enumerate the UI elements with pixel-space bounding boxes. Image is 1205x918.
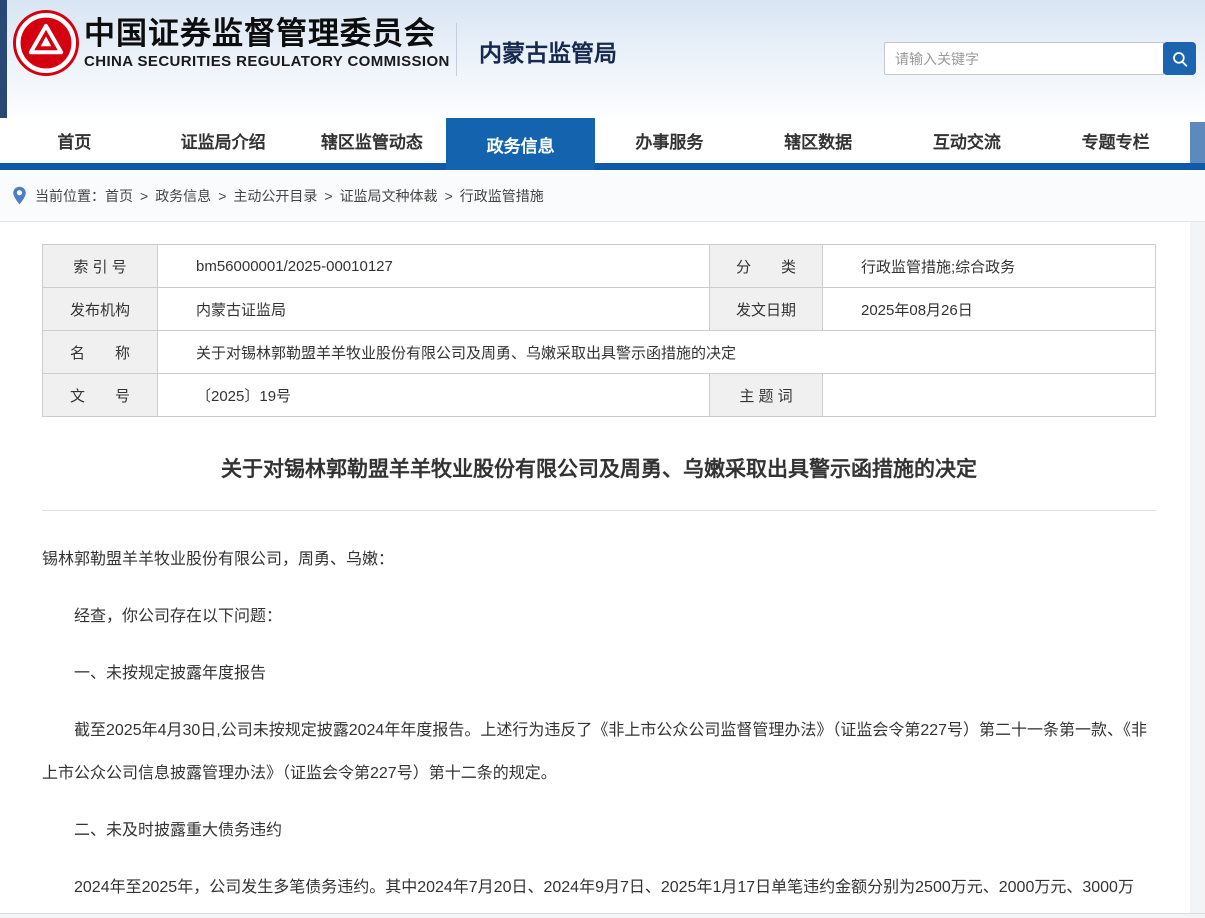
table-row: 文 号 〔2025〕19号 主 题 词 [43, 374, 1156, 417]
breadcrumb: 当前位置： 首页 > 政务信息 > 主动公开目录 > 证监局文种体裁 > 行政监… [0, 170, 1205, 222]
org-name-chinese: 中国证券监督管理委员会 [84, 16, 450, 52]
meta-label-document-number: 文 号 [43, 374, 158, 417]
meta-value-category: 行政监管措施;综合政务 [823, 245, 1156, 288]
table-row: 发布机构 内蒙古证监局 发文日期 2025年08月26日 [43, 288, 1156, 331]
nav-item-home[interactable]: 首页 [0, 118, 149, 163]
org-title-block: 中国证券监督管理委员会 CHINA SECURITIES REGULATORY … [84, 16, 450, 72]
search-input[interactable] [884, 42, 1164, 75]
search-button[interactable] [1163, 42, 1196, 75]
breadcrumb-separator: > [445, 188, 453, 204]
nav-overflow-sliver [1190, 122, 1205, 163]
main-content: 索 引 号 bm56000001/2025-00010127 分 类 行政监管措… [0, 222, 1190, 913]
header-divider [456, 23, 457, 76]
meta-label-subject-words: 主 题 词 [710, 374, 823, 417]
breadcrumb-separator: > [324, 188, 332, 204]
breadcrumb-link-government-info[interactable]: 政务信息 [155, 186, 211, 206]
left-edge-strip [0, 0, 7, 118]
search-box [884, 42, 1196, 75]
meta-value-document-number: 〔2025〕19号 [158, 374, 710, 417]
article-paragraph-issue-1-detail: 截至2025年4月30日,公司未按规定披露2024年年度报告。上述行为违反了《非… [42, 709, 1156, 795]
nav-item-services[interactable]: 办事服务 [595, 118, 744, 163]
bottom-edge-strip [0, 913, 1205, 918]
title-divider [42, 510, 1156, 511]
nav-item-bureau-intro[interactable]: 证监局介绍 [149, 118, 298, 163]
page-title: 关于对锡林郭勒盟羊羊牧业股份有限公司及周勇、乌嫩采取出具警示函措施的决定 [42, 453, 1156, 483]
meta-label-issuing-agency: 发布机构 [43, 288, 158, 331]
table-row: 索 引 号 bm56000001/2025-00010127 分 类 行政监管措… [43, 245, 1156, 288]
nav-item-government-info[interactable]: 政务信息 [446, 118, 595, 170]
breadcrumb-separator: > [140, 188, 148, 204]
nav-row: 首页 证监局介绍 辖区监管动态 政务信息 办事服务 辖区数据 互动交流 专题专栏 [0, 118, 1190, 163]
site-header: 中国证券监督管理委员会 CHINA SECURITIES REGULATORY … [0, 0, 1205, 118]
meta-value-issuing-agency: 内蒙古证监局 [158, 288, 710, 331]
nav-item-regional-supervision[interactable]: 辖区监管动态 [298, 118, 447, 163]
nav-item-regional-data[interactable]: 辖区数据 [744, 118, 893, 163]
main-nav: 首页 证监局介绍 辖区监管动态 政务信息 办事服务 辖区数据 互动交流 专题专栏 [0, 118, 1205, 170]
org-name-english: CHINA SECURITIES REGULATORY COMMISSION [84, 52, 450, 72]
nav-item-interaction[interactable]: 互动交流 [893, 118, 1042, 163]
nav-item-special-topics[interactable]: 专题专栏 [1041, 118, 1190, 163]
meta-label-issue-date: 发文日期 [710, 288, 823, 331]
breadcrumb-link-home[interactable]: 首页 [105, 186, 133, 206]
breadcrumb-link-open-directory[interactable]: 主动公开目录 [233, 186, 317, 206]
csrc-logo [13, 10, 79, 76]
meta-label-title: 名 称 [43, 331, 158, 374]
document-meta-table: 索 引 号 bm56000001/2025-00010127 分 类 行政监管措… [42, 244, 1156, 417]
breadcrumb-prefix: 当前位置： [35, 186, 105, 206]
breadcrumb-link-document-types[interactable]: 证监局文种体裁 [340, 186, 438, 206]
meta-label-category: 分 类 [710, 245, 823, 288]
bureau-name: 内蒙古监管局 [479, 34, 617, 68]
meta-value-issue-date: 2025年08月26日 [823, 288, 1156, 331]
meta-value-index-number: bm56000001/2025-00010127 [158, 245, 710, 288]
meta-value-subject-words [823, 374, 1156, 417]
table-row: 名 称 关于对锡林郭勒盟羊羊牧业股份有限公司及周勇、乌嫩采取出具警示函措施的决定 [43, 331, 1156, 374]
article-paragraph-salutation: 锡林郭勒盟羊羊牧业股份有限公司，周勇、乌嫩： [42, 538, 1156, 581]
search-icon [1171, 50, 1189, 68]
article-paragraph-issue-2-detail: 2024年至2025年，公司发生多笔债务违约。其中2024年7月20日、2024… [42, 866, 1156, 909]
location-pin-icon [12, 186, 27, 205]
article-paragraph-issue-2-heading: 二、未及时披露重大债务违约 [42, 809, 1156, 852]
article-body: 锡林郭勒盟羊羊牧业股份有限公司，周勇、乌嫩： 经查，你公司存在以下问题： 一、未… [42, 538, 1156, 909]
meta-label-index-number: 索 引 号 [43, 245, 158, 288]
breadcrumb-separator: > [218, 188, 226, 204]
meta-value-title: 关于对锡林郭勒盟羊羊牧业股份有限公司及周勇、乌嫩采取出具警示函措施的决定 [158, 331, 1156, 374]
breadcrumb-link-regulatory-measures[interactable]: 行政监管措施 [460, 186, 544, 206]
article-paragraph-issue-1-heading: 一、未按规定披露年度报告 [42, 652, 1156, 695]
article-paragraph-intro: 经查，你公司存在以下问题： [42, 595, 1156, 638]
